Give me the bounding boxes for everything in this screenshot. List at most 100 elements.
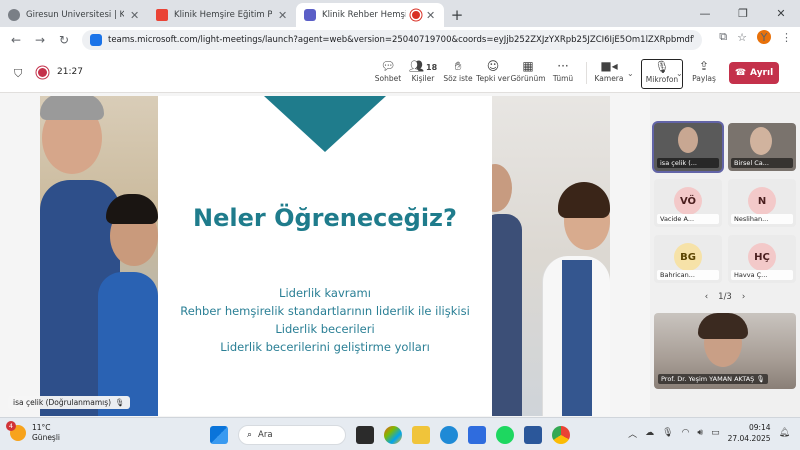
site-info-icon[interactable] [90, 34, 102, 46]
wifi-icon[interactable]: ◠ [682, 428, 690, 438]
participant-tile[interactable]: HÇ Havva Ç... [728, 235, 796, 283]
more-dots-icon: ··· [557, 59, 569, 73]
participant-tile[interactable]: Birsel Ca... [728, 123, 796, 171]
participant-name: Havva Ç... [731, 270, 793, 280]
taskbar-search[interactable]: ⌕ Ara [238, 425, 346, 445]
battery-icon[interactable]: ▭ [711, 428, 720, 438]
slide-bullet: Rehber hemşirelik standartlarının liderl… [180, 304, 470, 318]
slide-photo-right [492, 96, 610, 416]
participant-tile[interactable]: VÖ Vacide A... [654, 179, 722, 227]
profile-avatar[interactable]: Y [757, 30, 771, 44]
nurse-hair [40, 96, 104, 120]
weather-widget[interactable]: 4 11°C Güneşli [6, 421, 61, 443]
chrome-icon[interactable] [552, 426, 570, 444]
word-icon[interactable] [524, 426, 542, 444]
close-tab-icon[interactable]: ✕ [130, 9, 140, 22]
meeting-timer: 21:27 [57, 67, 83, 77]
bookmark-star-icon[interactable]: ☆ [737, 31, 747, 44]
close-tab-icon[interactable]: ✕ [278, 9, 288, 22]
raise-hand-label: Söz iste [443, 74, 473, 83]
maximize-icon[interactable]: ❐ [724, 0, 762, 27]
participant-face [750, 127, 772, 155]
store-icon[interactable] [468, 426, 486, 444]
phone-hangup-icon: ☎ [734, 68, 747, 78]
gallery-pager: ‹ 1/3 › [650, 292, 800, 302]
shield-icon[interactable]: ⛉ [14, 67, 22, 81]
slide-bullet: Liderlik becerileri [275, 322, 375, 336]
system-tray: ︿ ☁ 🎙︎ ◠ 🔊︎ ▭ 09:14 27.04.2025 🔔︎ [628, 422, 790, 444]
windows-taskbar: 4 11°C Güneşli ⌕ Ara ︿ ☁ 🎙︎ ◠ 🔊︎ ▭ 09:14… [0, 417, 800, 450]
react-label: Tepki ver [476, 74, 510, 83]
url-text: teams.microsoft.com/light-meetings/launc… [108, 35, 694, 45]
chevron-left-icon[interactable]: ‹ [705, 292, 708, 302]
camera-button[interactable]: ■◂ Kamera [588, 59, 630, 89]
copilot-icon[interactable] [384, 426, 402, 444]
reload-icon[interactable]: ↻ [52, 33, 76, 47]
participant-name: isa çelik (... [657, 158, 719, 168]
shared-slide: Neler Öğreneceğiz? Liderlik kavramı Rehb… [40, 96, 610, 416]
participant-tile[interactable]: isa çelik (... [654, 123, 722, 171]
forward-icon[interactable]: → [28, 33, 52, 47]
slide-title: Neler Öğreneceğiz? [193, 204, 457, 232]
onedrive-icon[interactable]: ☁ [645, 428, 654, 438]
nurse-scrubs [492, 214, 522, 416]
microphone-muted-icon: 🎙︎ [654, 60, 670, 74]
taskbar-apps: ⌕ Ara [210, 425, 570, 445]
share-button[interactable]: ⇪ Paylaş [683, 59, 725, 89]
tab-gmail[interactable]: Klinik Hemşire Eğitim Programı ✕ [148, 3, 296, 27]
participant-gallery: isa çelik (... Birsel Ca... VÖ Vacide A.… [650, 93, 800, 417]
minimize-icon[interactable]: — [686, 0, 724, 27]
meeting-stage: Neler Öğreneceğiz? Liderlik kavramı Rehb… [0, 93, 650, 417]
tab-giresun[interactable]: Giresun Üniversitesi | Kuzeyin Parlayan … [0, 3, 148, 27]
tab-teams[interactable]: Klinik Rehber Hemşire Eğitim ✕ [296, 3, 444, 27]
task-view-icon[interactable] [356, 426, 374, 444]
volume-icon[interactable]: 🔊︎ [697, 428, 703, 438]
camera-options-chevron-icon[interactable]: ⌄ [627, 69, 634, 78]
slide-triangle-decoration [264, 96, 386, 152]
featured-participant-tile[interactable]: Prof. Dr. Yeşim YAMAN AKTAŞ 🎙︎ [654, 313, 796, 389]
address-bar-actions: ⧉ ☆ Y ⋮ [719, 30, 792, 44]
clock-time: 09:14 [748, 423, 771, 432]
address-bar: ← → ↻ teams.microsoft.com/light-meetings… [0, 27, 800, 53]
menu-dots-icon[interactable]: ⋮ [781, 31, 792, 44]
clock[interactable]: 09:14 27.04.2025 [728, 422, 771, 444]
teams-icon [304, 9, 316, 21]
chevron-right-icon[interactable]: › [742, 292, 745, 302]
browser-tab-bar: Giresun Üniversitesi | Kuzeyin Parlayan … [0, 0, 800, 27]
participant-tile[interactable]: N Neslihan... [728, 179, 796, 227]
more-button[interactable]: ··· Tümü [542, 59, 584, 89]
tray-chevron-icon[interactable]: ︿ [628, 427, 637, 440]
weather-description: Güneşli [32, 433, 61, 442]
chat-label: Sohbet [374, 74, 402, 83]
close-tab-icon[interactable]: ✕ [426, 9, 436, 22]
share-icon: ⇪ [698, 59, 710, 73]
tab-title: Klinik Rehber Hemşire Eğitim [322, 10, 406, 20]
url-field[interactable]: teams.microsoft.com/light-meetings/launc… [82, 30, 702, 50]
mic-options-chevron-icon[interactable]: ⌄ [676, 69, 683, 78]
edge-icon[interactable] [440, 426, 458, 444]
camera-icon: ■◂ [600, 59, 618, 73]
windows-start-icon[interactable] [210, 426, 228, 444]
participant-name: Neslihan... [731, 214, 793, 224]
leave-button[interactable]: ☎ Ayrıl [729, 62, 779, 84]
microphone-tray-icon[interactable]: 🎙︎ [662, 428, 673, 438]
translate-icon[interactable]: ⧉ [719, 30, 727, 44]
featured-participant-name: Prof. Dr. Yeşim YAMAN AKTAŞ 🎙︎ [658, 374, 768, 384]
camera-label: Kamera [594, 74, 624, 83]
notification-bell-icon[interactable]: 🔔︎ [779, 428, 790, 438]
presenter-name-label: isa çelik (Doğrulanmamış) 🎙︎ [8, 396, 130, 409]
file-explorer-icon[interactable] [412, 426, 430, 444]
participant-tile[interactable]: BG Bahrican... [654, 235, 722, 283]
chat-icon: 💬︎ [380, 59, 396, 73]
participant-name: Birsel Ca... [731, 158, 793, 168]
participant-name: Bahrican... [657, 270, 719, 280]
smiley-icon: ☺ [486, 59, 500, 73]
nurse-face [492, 164, 512, 212]
doctor-scrubs [562, 260, 592, 416]
grid-icon: ▦ [522, 59, 534, 73]
close-window-icon[interactable]: ✕ [762, 0, 800, 27]
page-indicator: 1/3 [718, 292, 732, 302]
back-icon[interactable]: ← [4, 33, 28, 47]
spotify-icon[interactable] [496, 426, 514, 444]
new-tab-button[interactable]: + [446, 4, 468, 26]
